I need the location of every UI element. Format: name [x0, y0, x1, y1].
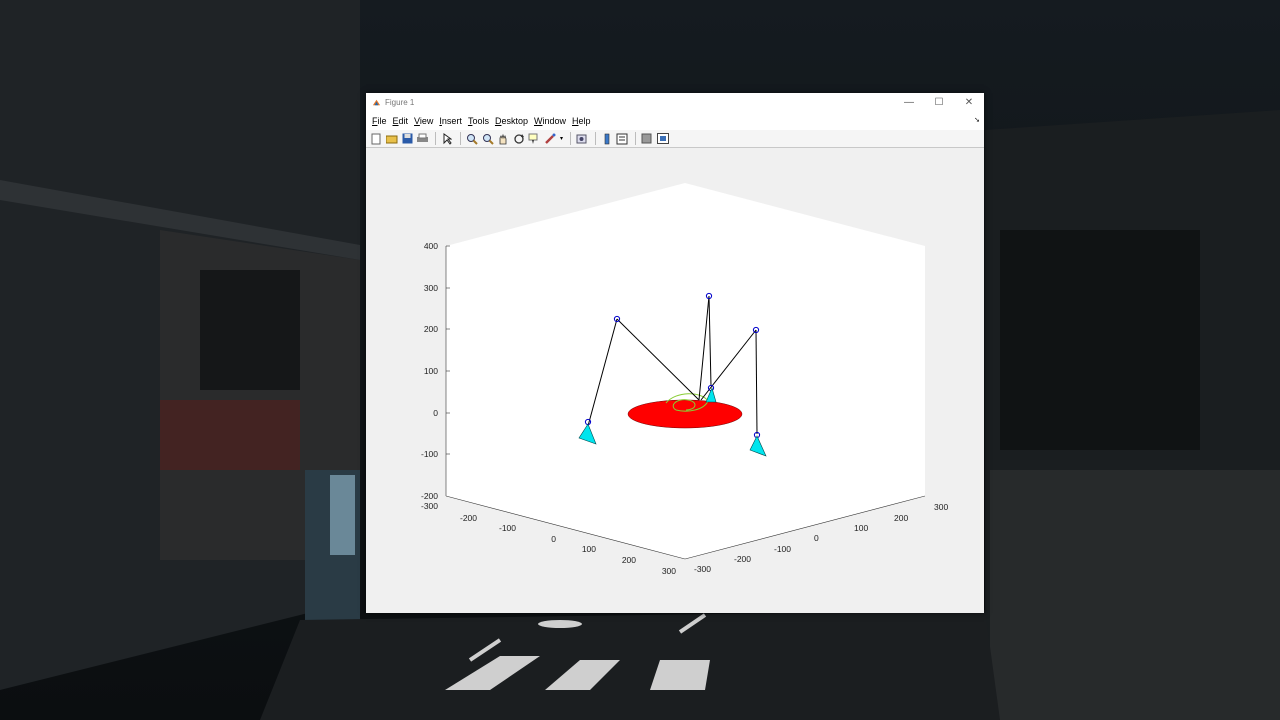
hide-plot-tools-icon[interactable] [640, 132, 654, 146]
toolbar-separator [459, 132, 461, 145]
z-tick-label: 100 [424, 366, 438, 376]
y-tick-label: 100 [854, 523, 868, 533]
dock-arrow-icon[interactable]: ➘ [974, 116, 980, 124]
menu-desktop[interactable]: Desktop [495, 116, 528, 126]
z-tick-label: 0 [433, 408, 438, 418]
print-icon[interactable] [416, 132, 430, 146]
title-bar: Figure 1 — ☐ ✕ [366, 93, 984, 112]
z-tick-label: -100 [421, 449, 438, 459]
menu-help[interactable]: Help [572, 116, 591, 126]
maximize-button[interactable]: ☐ [924, 93, 954, 112]
z-tick-labels: 400 300 200 100 0 -100 -200 [421, 241, 450, 501]
x-tick-label: 300 [662, 566, 676, 576]
x-tick-label: 0 [551, 534, 556, 544]
plot-canvas[interactable]: 400 300 200 100 0 -100 -200 -300 -200 -1… [366, 148, 984, 613]
figure-toolbar: ▾ [366, 130, 984, 148]
x-tick-label: -300 [421, 501, 438, 511]
x-tick-label: -200 [460, 513, 477, 523]
close-button[interactable]: ✕ [954, 93, 984, 112]
matlab-logo-icon [372, 99, 381, 106]
data-cursor-icon[interactable] [527, 132, 541, 146]
zoom-in-icon[interactable] [465, 132, 479, 146]
platform-disk [627, 399, 743, 429]
open-file-icon[interactable] [385, 132, 399, 146]
legend-icon[interactable] [615, 132, 629, 146]
y-tick-label: 300 [934, 502, 948, 512]
save-icon[interactable] [400, 132, 414, 146]
toolbar-separator [435, 132, 437, 145]
toolbar-separator [594, 132, 596, 145]
toolbar-separator [570, 132, 572, 145]
y-tick-label: -100 [774, 544, 791, 554]
window-title: Figure 1 [385, 98, 415, 107]
y-tick-label: 0 [814, 533, 819, 543]
toolbar-separator [634, 132, 636, 145]
axes-background [446, 183, 925, 559]
menu-view[interactable]: View [414, 116, 433, 126]
edit-plot-icon[interactable] [440, 132, 454, 146]
menu-insert[interactable]: Insert [439, 116, 462, 126]
x-tick-label: -100 [499, 523, 516, 533]
chevron-down-icon[interactable]: ▾ [559, 132, 565, 146]
brush-icon[interactable] [543, 132, 557, 146]
menu-tools[interactable]: Tools [468, 116, 489, 126]
rotate-3d-icon[interactable] [512, 132, 526, 146]
z-tick-label: -200 [421, 491, 438, 501]
y-tick-label: -200 [734, 554, 751, 564]
link-plot-icon[interactable] [575, 132, 589, 146]
y-tick-label: -300 [694, 564, 711, 574]
menu-bar: File Edit View Insert Tools Desktop Wind… [366, 112, 984, 130]
menu-file[interactable]: File [372, 116, 387, 126]
z-tick-label: 200 [424, 324, 438, 334]
figure-window: Figure 1 — ☐ ✕ File Edit View Insert Too… [366, 93, 984, 613]
pan-icon[interactable] [496, 132, 510, 146]
x-tick-label: 200 [622, 555, 636, 565]
y-tick-label: 200 [894, 513, 908, 523]
z-tick-label: 300 [424, 283, 438, 293]
new-figure-icon[interactable] [369, 132, 383, 146]
colorbar-icon[interactable] [600, 132, 614, 146]
show-plot-tools-icon[interactable] [656, 132, 670, 146]
zoom-out-icon[interactable] [481, 132, 495, 146]
minimize-button[interactable]: — [894, 93, 924, 112]
menu-edit[interactable]: Edit [393, 116, 409, 126]
z-tick-label: 400 [424, 241, 438, 251]
x-tick-label: 100 [582, 544, 596, 554]
menu-window[interactable]: Window [534, 116, 566, 126]
